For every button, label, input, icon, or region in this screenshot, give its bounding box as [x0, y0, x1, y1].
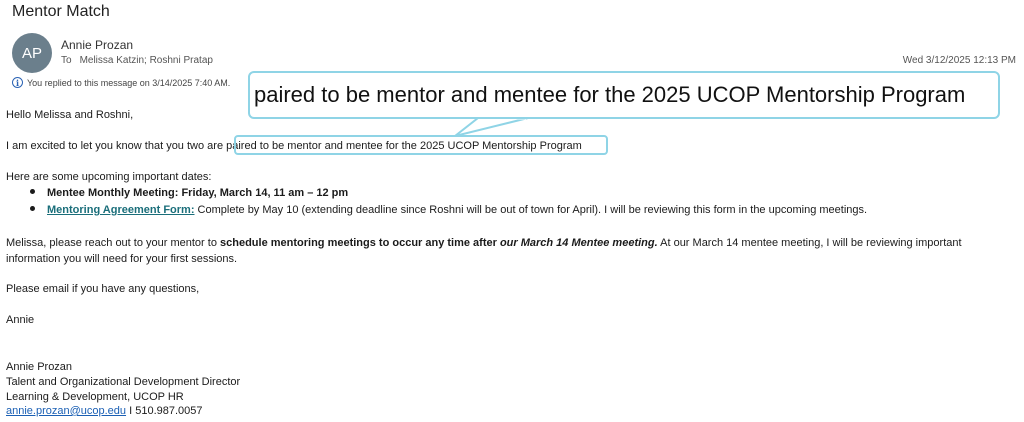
- agreement-form-text: Complete by May 10 (extending deadline s…: [194, 204, 868, 216]
- signature-title: Talent and Organizational Development Di…: [6, 376, 241, 388]
- bullet-dot: [30, 206, 35, 211]
- callout-zoom: paired to be mentor and mentee for the 2…: [248, 71, 1000, 119]
- sent-date: Wed 3/12/2025 12:13 PM: [902, 55, 1016, 66]
- questions-line: Please email if you have any questions,: [6, 283, 200, 295]
- instructions-bold: schedule mentoring meetings to occur any…: [220, 237, 500, 249]
- email-subject: Mentor Match: [12, 3, 110, 20]
- list-item: Mentoring Agreement Form: Complete by Ma…: [30, 204, 867, 216]
- signature-name: Annie Prozan: [6, 361, 73, 373]
- instructions-text-1: Melissa, please reach out to your mentor…: [6, 237, 220, 249]
- replied-notice: i You replied to this message on 3/14/20…: [12, 77, 230, 88]
- recipients[interactable]: Melissa Katzin; Roshni Pratap: [80, 55, 213, 66]
- instructions-bold-italic: our March 14 Mentee meeting.: [499, 237, 658, 249]
- highlight-box: [234, 135, 608, 155]
- greeting: Hello Melissa and Roshni,: [6, 109, 134, 121]
- signature-phone: I 510.987.0057: [126, 405, 203, 417]
- recipients-line: To Melissa Katzin; Roshni Pratap: [61, 55, 213, 66]
- pairing-prefix: I am excited to let you know that you tw…: [6, 140, 227, 152]
- avatar[interactable]: AP: [12, 33, 52, 73]
- info-icon: i: [12, 77, 23, 88]
- signature-email-link[interactable]: annie.prozan@ucop.edu: [6, 405, 126, 417]
- list-item: Mentee Monthly Meeting: Friday, March 14…: [30, 187, 348, 199]
- replied-text: You replied to this message on 3/14/2025…: [27, 77, 231, 88]
- instructions-paragraph: Melissa, please reach out to your mentor…: [6, 235, 1018, 267]
- to-label: To: [61, 55, 72, 66]
- signoff: Annie: [6, 314, 35, 326]
- meeting-date: Mentee Monthly Meeting: Friday, March 14…: [47, 187, 349, 199]
- bullet-dot: [30, 189, 35, 194]
- signature-contact: annie.prozan@ucop.edu I 510.987.0057: [6, 404, 203, 419]
- agreement-form-link[interactable]: Mentoring Agreement Form:: [47, 204, 195, 216]
- sender-name[interactable]: Annie Prozan: [61, 38, 133, 52]
- signature-dept: Learning & Development, UCOP HR: [6, 391, 184, 403]
- dates-intro: Here are some upcoming important dates:: [6, 171, 212, 183]
